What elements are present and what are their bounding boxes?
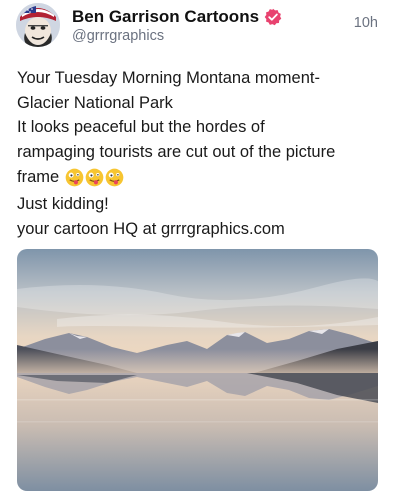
post-body: Your Tuesday Morning Montana moment- Gla… xyxy=(17,66,382,241)
post-text-line-with-emoji: frame xyxy=(17,163,382,192)
zany-face-emoji-icon xyxy=(65,168,84,187)
post-text-line: Glacier National Park xyxy=(17,93,173,112)
post-timestamp[interactable]: 10h xyxy=(354,15,378,31)
post-card: Ben Garrison Cartoons @grrrgraphics 10h … xyxy=(0,0,395,500)
post-image[interactable] xyxy=(17,249,378,491)
zany-face-emoji-icon xyxy=(85,168,104,187)
post-text-line: Just kidding! xyxy=(17,195,109,213)
author-handle[interactable]: @grrrgraphics xyxy=(72,28,164,44)
post-text-line[interactable]: your cartoon HQ at grrrgraphics.com xyxy=(17,217,382,242)
emoji-group xyxy=(65,168,124,187)
author-display-name[interactable]: Ben Garrison Cartoons xyxy=(72,7,259,27)
mountain-lake-photo-icon xyxy=(17,249,378,491)
zany-face-emoji-icon xyxy=(105,168,124,187)
author-header: Ben Garrison Cartoons xyxy=(72,6,282,28)
avatar[interactable] xyxy=(16,3,60,47)
post-text-line: frame xyxy=(17,168,60,187)
post-text-line: rampaging tourists are cut out of the pi… xyxy=(17,142,336,161)
cartoon-avatar-icon xyxy=(16,3,60,47)
post-text-line: Your Tuesday Morning Montana moment- xyxy=(17,69,320,87)
post-text-line: It looks peaceful but the hordes of xyxy=(17,118,265,136)
verified-badge-icon xyxy=(264,8,282,26)
